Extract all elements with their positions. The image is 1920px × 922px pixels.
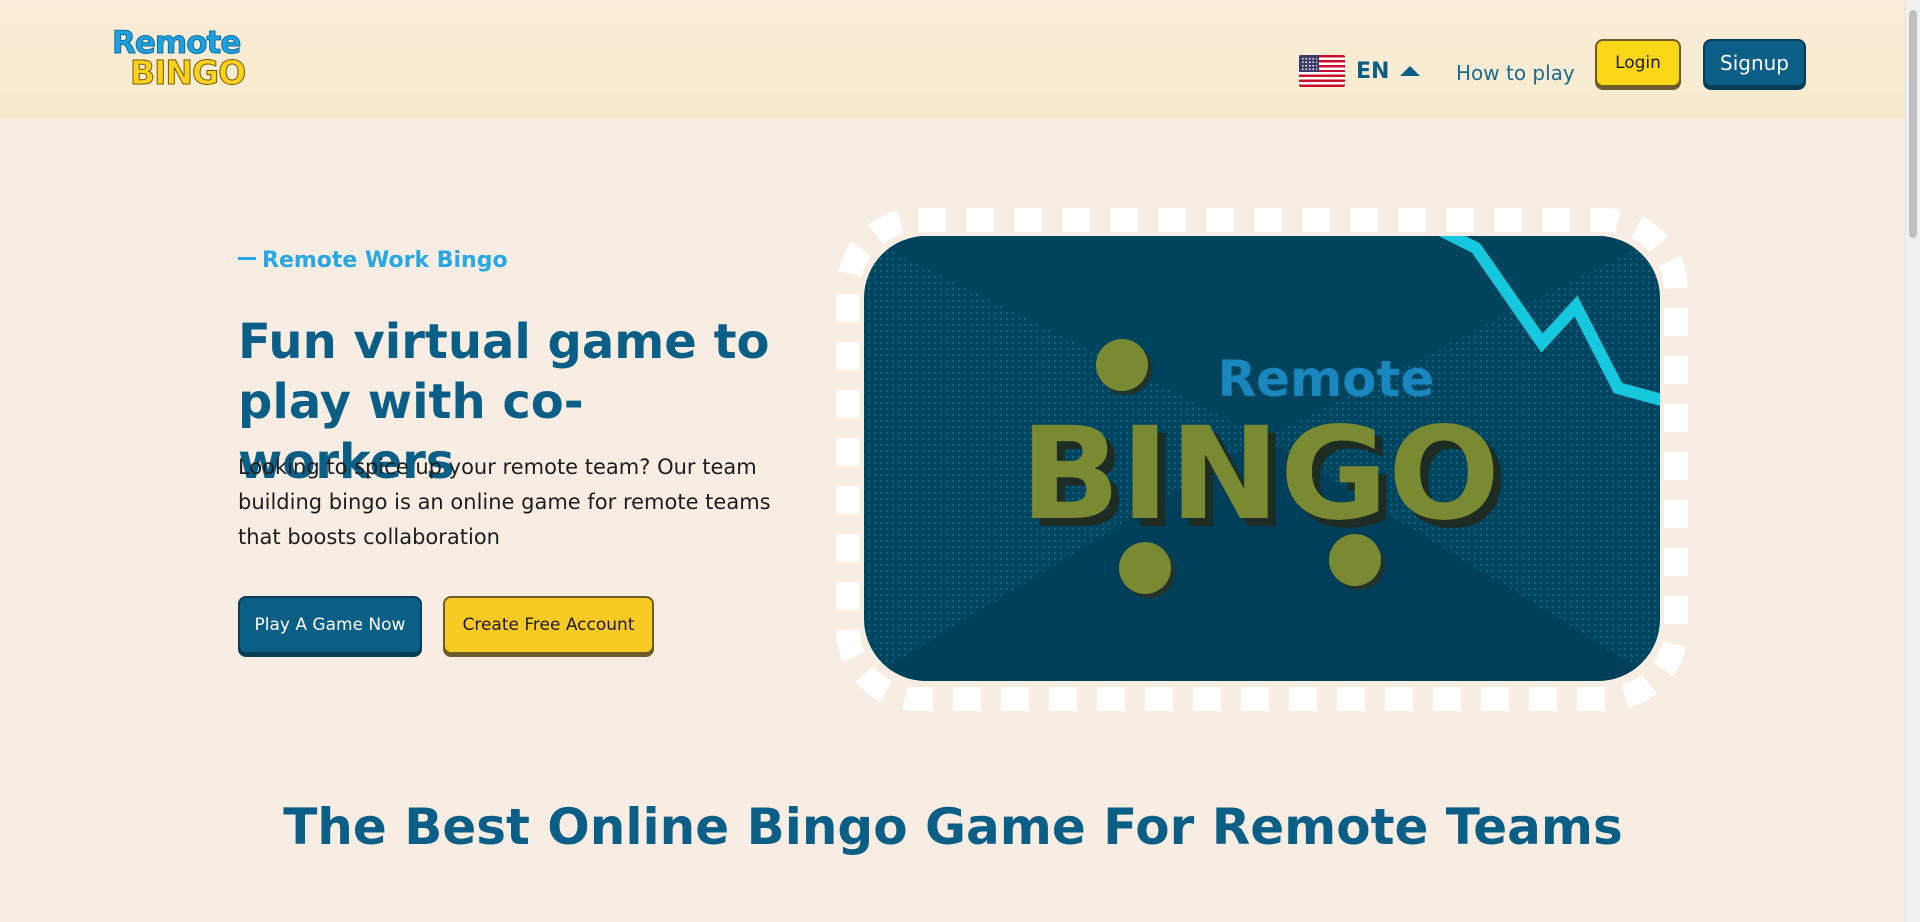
hero-illustration: Remote BINGO BINGO: [836, 208, 1688, 711]
hero-description: Looking to spice up your remote team? Ou…: [238, 455, 771, 549]
site-logo[interactable]: Remote BINGO: [110, 26, 255, 92]
play-game-button[interactable]: Play A Game Now: [238, 596, 422, 654]
page: Remote BINGO EN How to play Login Signup…: [0, 0, 1906, 922]
eyebrow-dash: [238, 257, 256, 260]
section-title: The Best Online Bingo Game For Remote Te…: [283, 798, 1623, 856]
eyebrow-text: Remote Work Bingo: [262, 248, 508, 273]
site-header: Remote BINGO EN How to play Login Signup: [0, 0, 1906, 119]
art-word-bingo: BINGO: [1020, 400, 1500, 549]
nav-how-to-play[interactable]: How to play: [1456, 61, 1575, 85]
caret-up-icon: [1400, 66, 1421, 76]
hero-eyebrow: Remote Work Bingo: [238, 248, 508, 273]
scrollbar-thumb[interactable]: [1909, 10, 1917, 238]
page-scrollbar[interactable]: [1905, 0, 1920, 922]
signup-button[interactable]: Signup: [1703, 39, 1806, 87]
language-selector[interactable]: EN: [1299, 54, 1421, 88]
us-flag-icon: [1299, 55, 1345, 87]
language-label: EN: [1356, 58, 1390, 84]
create-account-button[interactable]: Create Free Account: [443, 596, 654, 654]
login-button[interactable]: Login: [1595, 39, 1681, 87]
logo-word-bingo: BINGO: [129, 53, 246, 92]
